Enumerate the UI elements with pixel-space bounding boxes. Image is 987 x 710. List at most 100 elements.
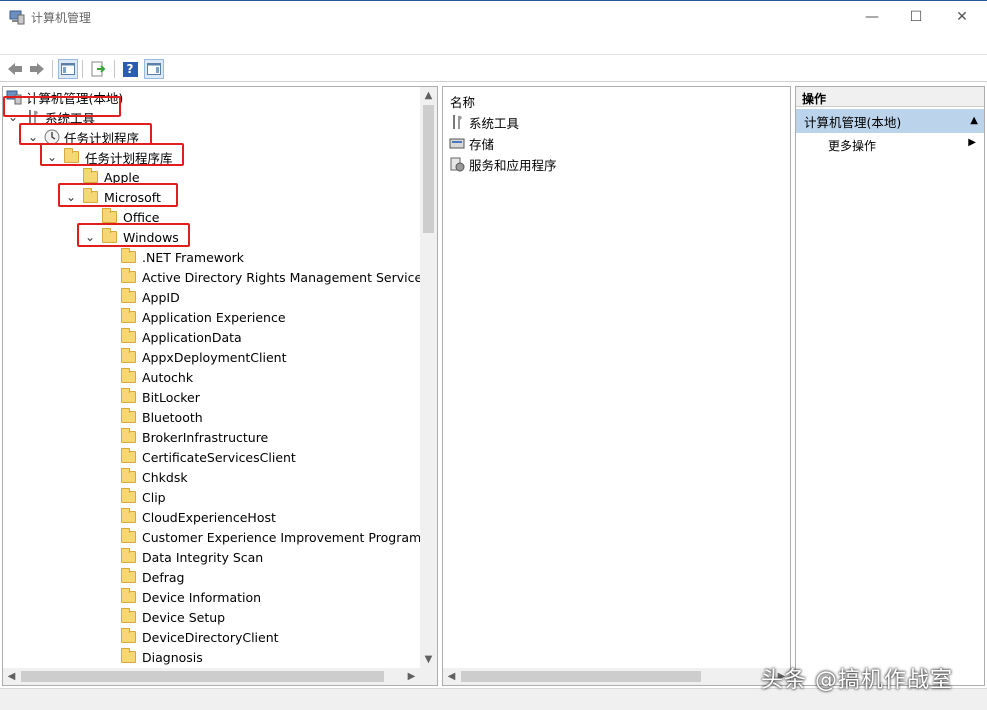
scroll-thumb[interactable] bbox=[423, 105, 434, 233]
toolbar-separator bbox=[52, 60, 53, 78]
tree-item-label: Defrag bbox=[142, 569, 185, 585]
collapse-chevron-icon[interactable]: ⌄ bbox=[7, 107, 19, 127]
tree-item-windows-child[interactable]: CertificateServicesClient bbox=[121, 447, 296, 467]
menu-bar bbox=[0, 32, 987, 55]
tree-item-windows-child[interactable]: CloudExperienceHost bbox=[121, 507, 276, 527]
folder-icon bbox=[121, 408, 136, 423]
show-hide-action-pane-button[interactable] bbox=[144, 59, 164, 79]
tree-vertical-scrollbar[interactable]: ▲ ▼ bbox=[420, 87, 437, 668]
collapse-chevron-icon[interactable]: ⌄ bbox=[84, 227, 96, 247]
column-header-name[interactable]: 名称 bbox=[450, 92, 475, 111]
export-list-button[interactable] bbox=[88, 59, 108, 79]
submenu-arrow-icon[interactable]: ▶ bbox=[968, 137, 976, 148]
collapse-chevron-icon[interactable]: ⌄ bbox=[27, 127, 39, 147]
tree-item-windows-child[interactable]: AppxDeploymentClient bbox=[121, 347, 286, 367]
tree-item-microsoft[interactable]: Microsoft bbox=[83, 187, 161, 207]
close-button[interactable]: ✕ bbox=[939, 1, 985, 33]
toolbar-separator bbox=[82, 60, 83, 78]
actions-section-header[interactable]: 计算机管理(本地) ▲ bbox=[796, 109, 984, 133]
tree-item-label: Application Experience bbox=[142, 309, 286, 325]
tree-item-label: Bluetooth bbox=[142, 409, 203, 425]
back-button[interactable] bbox=[5, 59, 25, 79]
watermark-text: 头条 @搞机作战室 bbox=[761, 668, 953, 693]
scroll-left-arrow-icon[interactable]: ◀ bbox=[443, 668, 460, 685]
tree-item-label: Active Directory Rights Management Servi… bbox=[142, 269, 438, 285]
tree-item-windows-child[interactable]: Active Directory Rights Management Servi… bbox=[121, 267, 438, 287]
tree-item-windows-child[interactable]: Device Setup bbox=[121, 607, 225, 627]
tree-item-windows-child[interactable]: .NET Framework bbox=[121, 247, 244, 267]
tree-item-system-tools[interactable]: 系统工具 bbox=[25, 107, 95, 127]
tree-item-windows-child[interactable]: Autochk bbox=[121, 367, 193, 387]
tree-item-task-library[interactable]: 任务计划程序库 bbox=[64, 147, 173, 167]
show-hide-console-tree-button[interactable] bbox=[58, 59, 78, 79]
scroll-down-arrow-icon[interactable]: ▼ bbox=[420, 651, 437, 668]
tree-item-windows-child[interactable]: Chkdsk bbox=[121, 467, 188, 487]
minimize-button[interactable]: — bbox=[849, 1, 895, 33]
folder-icon bbox=[121, 308, 136, 323]
tree-item-label: Clip bbox=[142, 489, 166, 505]
actions-header: 操作 bbox=[796, 87, 984, 107]
tree-item-label: .NET Framework bbox=[142, 249, 245, 265]
computer-management-icon bbox=[9, 10, 25, 25]
scroll-right-arrow-icon[interactable]: ▶ bbox=[403, 668, 420, 685]
storage-icon bbox=[449, 138, 465, 149]
tree-item-windows-child[interactable]: Clip bbox=[121, 487, 166, 507]
tree-item-label: Autochk bbox=[142, 369, 194, 385]
tree-item-label: BrokerInfrastructure bbox=[142, 429, 269, 445]
tree-item-label: Windows bbox=[123, 229, 179, 245]
tree-horizontal-scrollbar[interactable]: ◀ ▶ bbox=[3, 668, 437, 685]
tree-item-windows-child[interactable]: AppID bbox=[121, 287, 180, 307]
list-item-system-tools[interactable]: 系统工具 bbox=[449, 112, 519, 132]
collapse-chevron-icon[interactable]: ⌄ bbox=[65, 187, 77, 207]
tree-item-windows-child[interactable]: Bluetooth bbox=[121, 407, 203, 427]
tree-item-label: Device Information bbox=[142, 589, 262, 605]
tree-root[interactable]: 计算机管理(本地) bbox=[6, 87, 123, 107]
list-item-label: 存储 bbox=[469, 136, 495, 152]
tree-item-windows-child[interactable]: DeviceDirectoryClient bbox=[121, 627, 279, 647]
tree-item-label: AppID bbox=[142, 289, 180, 305]
toolbar: ? bbox=[0, 56, 987, 82]
tree-item-windows-child[interactable]: BrokerInfrastructure bbox=[121, 427, 268, 447]
maximize-button[interactable]: ☐ bbox=[893, 1, 939, 33]
scroll-thumb[interactable] bbox=[21, 671, 384, 682]
tree-item-windows-child[interactable]: Defrag bbox=[121, 567, 184, 587]
scroll-left-arrow-icon[interactable]: ◀ bbox=[3, 668, 20, 685]
list-item-label: 服务和应用程序 bbox=[469, 157, 557, 173]
back-arrow-icon bbox=[8, 63, 22, 75]
tree-item-windows-child[interactable]: Device Information bbox=[121, 587, 261, 607]
tree-item-windows-child[interactable]: Application Experience bbox=[121, 307, 286, 327]
tree-item-label: Diagnosis bbox=[142, 649, 203, 665]
results-pane: 名称 系统工具 存储 服务和应用程序 ◀ ▶ bbox=[442, 86, 791, 686]
folder-icon bbox=[121, 388, 136, 403]
list-item-services-apps[interactable]: 服务和应用程序 bbox=[449, 154, 557, 174]
tree-item-windows-child[interactable]: Customer Experience Improvement Program bbox=[121, 527, 421, 547]
folder-icon bbox=[83, 168, 98, 183]
scroll-up-arrow-icon[interactable]: ▲ bbox=[420, 87, 437, 104]
folder-icon bbox=[121, 548, 136, 563]
toolbar-separator bbox=[114, 60, 115, 78]
tree-item-office[interactable]: Office bbox=[102, 207, 160, 227]
tree-item-task-scheduler[interactable]: 任务计划程序 bbox=[44, 127, 139, 147]
help-button[interactable]: ? bbox=[120, 59, 140, 79]
tree-item-windows-child[interactable]: Data Integrity Scan bbox=[121, 547, 263, 567]
results-horizontal-scrollbar[interactable]: ◀ ▶ bbox=[443, 668, 790, 685]
tree-item-apple[interactable]: Apple bbox=[83, 167, 140, 187]
folder-icon bbox=[102, 208, 117, 223]
scroll-thumb[interactable] bbox=[461, 671, 701, 682]
more-actions-item[interactable]: 更多操作 bbox=[828, 137, 876, 154]
tree-item-windows-child[interactable]: ApplicationData bbox=[121, 327, 242, 347]
tree-item-label: 任务计划程序 bbox=[64, 130, 140, 146]
actions-section-label: 计算机管理(本地) bbox=[804, 114, 902, 130]
tree-item-windows-child[interactable]: BitLocker bbox=[121, 387, 200, 407]
collapse-up-arrow-icon[interactable]: ▲ bbox=[970, 115, 978, 126]
list-item-label: 系统工具 bbox=[469, 115, 520, 131]
forward-arrow-icon bbox=[30, 63, 44, 75]
tree-item-windows[interactable]: Windows bbox=[102, 227, 179, 247]
tree-item-windows-child[interactable]: Diagnosis bbox=[121, 647, 203, 667]
collapse-chevron-icon[interactable]: ⌄ bbox=[46, 147, 58, 167]
folder-icon bbox=[121, 648, 136, 663]
folder-icon bbox=[121, 328, 136, 343]
tree-item-label: 任务计划程序库 bbox=[85, 150, 173, 166]
list-item-storage[interactable]: 存储 bbox=[449, 133, 494, 153]
forward-button[interactable] bbox=[27, 59, 47, 79]
